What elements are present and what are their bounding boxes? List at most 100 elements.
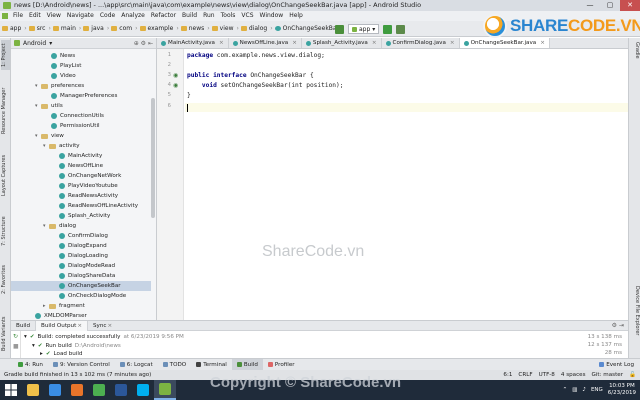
- tree-item[interactable]: ReadNewsOffLineActivity: [11, 201, 151, 211]
- tree-folder[interactable]: ▾ preferences: [11, 81, 151, 91]
- menu-file[interactable]: File: [10, 11, 26, 21]
- tree-folder[interactable]: ▾ dialog: [11, 221, 151, 231]
- close-tab-icon[interactable]: ×: [372, 40, 377, 46]
- editor-tab[interactable]: NewsOffLine.java ×: [229, 38, 302, 48]
- tree-item[interactable]: Splash_Activity: [11, 211, 151, 221]
- close-button[interactable]: ✕: [620, 0, 640, 11]
- menu-build[interactable]: Build: [179, 11, 200, 21]
- editor-tab[interactable]: OnChangeSeekBar.java ×: [459, 38, 550, 48]
- minimize-button[interactable]: —: [580, 0, 600, 11]
- menu-code[interactable]: Code: [97, 11, 118, 21]
- close-tab-icon[interactable]: ×: [77, 323, 82, 329]
- tree-item[interactable]: DialogLoading: [11, 251, 151, 261]
- build-status-row[interactable]: ▾ ✔ Build: completed successfully at 6/2…: [24, 332, 184, 341]
- tree-item[interactable]: OnChangeSeekBar: [11, 281, 151, 291]
- indent-setting[interactable]: 4 spaces: [561, 372, 586, 378]
- menu-run[interactable]: Run: [200, 11, 218, 21]
- taskbar-word[interactable]: [110, 380, 132, 400]
- menu-analyze[interactable]: Analyze: [118, 11, 148, 21]
- stop-icon[interactable]: ■: [13, 343, 19, 350]
- tab-sync[interactable]: Sync×: [88, 321, 117, 331]
- tree-item[interactable]: MainActivity: [11, 151, 151, 161]
- tree-item[interactable]: DialogExpand: [11, 241, 151, 251]
- taskbar-firefox[interactable]: [66, 380, 88, 400]
- settings-gear-icon[interactable]: ⚙ ⇥: [612, 322, 624, 329]
- lock-icon[interactable]: 🔓: [629, 372, 636, 378]
- breadcrumb-app[interactable]: app ›: [2, 25, 27, 32]
- clock[interactable]: 10:03 PM 6/23/2019: [608, 383, 636, 397]
- taskbar-internet-explorer[interactable]: [44, 380, 66, 400]
- taskbar-skype[interactable]: [132, 380, 154, 400]
- close-tab-icon[interactable]: ×: [540, 40, 545, 46]
- breadcrumb-file[interactable]: OnChangeSeekBar: [274, 25, 339, 32]
- run-tool-button[interactable]: 4: Run: [13, 359, 48, 370]
- menu-edit[interactable]: Edit: [26, 11, 44, 21]
- favorites-tab[interactable]: 2: Favorites: [1, 262, 10, 296]
- gradle-tab[interactable]: Gradle: [631, 42, 640, 64]
- git-branch[interactable]: Git: master: [592, 372, 623, 378]
- tree-item[interactable]: XMLDOMParser: [11, 311, 151, 320]
- close-tab-icon[interactable]: ×: [292, 40, 297, 46]
- make-project-icon[interactable]: [335, 24, 344, 34]
- tree-item[interactable]: OnCheckDialogMode: [11, 291, 151, 301]
- tray-up-arrow-icon[interactable]: ⌃: [563, 387, 568, 393]
- tree-item[interactable]: PlayList: [11, 61, 151, 71]
- tree-item[interactable]: OnChangeNetWork: [11, 171, 151, 181]
- breadcrumb-com[interactable]: com ›: [111, 25, 138, 32]
- version-control-tool-button[interactable]: 9: Version Control: [48, 359, 115, 370]
- menu-view[interactable]: View: [44, 11, 64, 21]
- close-tab-icon[interactable]: ×: [219, 40, 224, 46]
- menu-help[interactable]: Help: [286, 11, 306, 21]
- file-encoding[interactable]: UTF-8: [539, 372, 555, 378]
- language-indicator[interactable]: ENG: [591, 387, 603, 393]
- todo-tool-button[interactable]: TODO: [158, 359, 192, 370]
- implemented-by-icon[interactable]: ◉: [173, 72, 179, 79]
- tree-item[interactable]: ConfirmDialog: [11, 231, 151, 241]
- project-scrollbar[interactable]: [151, 98, 155, 218]
- load-build-row[interactable]: ▸ ✔ Load build: [40, 349, 82, 358]
- tree-item[interactable]: ManagerPreferences: [11, 91, 151, 101]
- menu-refactor[interactable]: Refactor: [148, 11, 179, 21]
- menu-tools[interactable]: Tools: [218, 11, 239, 21]
- taskbar-file-explorer[interactable]: [22, 380, 44, 400]
- breadcrumb-src[interactable]: src ›: [28, 25, 51, 32]
- tree-item[interactable]: PermissionUtil: [11, 121, 151, 131]
- code-editor[interactable]: package com.example.news.view.dialog; pu…: [185, 49, 628, 320]
- taskbar-android-studio[interactable]: [154, 380, 176, 400]
- network-icon[interactable]: ▥: [572, 387, 577, 393]
- menu-vcs[interactable]: VCS: [238, 11, 256, 21]
- close-tab-icon[interactable]: ×: [107, 323, 112, 329]
- rerun-icon[interactable]: ↻: [13, 333, 18, 340]
- profiler-tool-button[interactable]: Profiler: [263, 359, 300, 370]
- project-view-selector[interactable]: Android ▾ ⊕ ⚙ ⇤: [11, 38, 156, 49]
- editor-tab[interactable]: MainActivity.java ×: [157, 38, 229, 48]
- line-separator[interactable]: CRLF: [518, 372, 532, 378]
- maximize-button[interactable]: ▢: [600, 0, 620, 11]
- taskbar-chrome[interactable]: [88, 380, 110, 400]
- tree-item[interactable]: Video: [11, 71, 151, 81]
- project-tool-tab[interactable]: 1: Project: [1, 40, 10, 70]
- breadcrumb-example[interactable]: example ›: [139, 25, 179, 32]
- start-button[interactable]: [0, 380, 22, 400]
- breadcrumb-main[interactable]: main ›: [52, 25, 81, 32]
- menu-navigate[interactable]: Navigate: [64, 11, 97, 21]
- tree-item[interactable]: ReadNewsActivity: [11, 191, 151, 201]
- logcat-tool-button[interactable]: 6: Logcat: [115, 359, 158, 370]
- build-tool-button[interactable]: Build: [231, 359, 263, 370]
- device-file-explorer-tab[interactable]: Device File Explorer: [631, 286, 640, 356]
- tree-item[interactable]: ConnectionUtils: [11, 111, 151, 121]
- editor-tab[interactable]: Splash_Activity.java ×: [302, 38, 382, 48]
- volume-icon[interactable]: ♪: [582, 387, 586, 393]
- tab-build-output[interactable]: Build Output×: [35, 320, 88, 331]
- menu-window[interactable]: Window: [257, 11, 287, 21]
- editor-tab[interactable]: ConfirmDialog.java ×: [382, 38, 460, 48]
- debug-icon[interactable]: [396, 24, 406, 34]
- build-variants-tab[interactable]: Build Variants: [1, 314, 10, 354]
- breadcrumb-news[interactable]: news ›: [180, 25, 210, 32]
- breadcrumb-java[interactable]: java ›: [83, 25, 109, 32]
- terminal-tool-button[interactable]: Terminal: [191, 359, 232, 370]
- caret-position[interactable]: 6:1: [503, 372, 512, 378]
- breadcrumb-view[interactable]: view ›: [211, 25, 239, 32]
- tree-folder[interactable]: ▾ activity: [11, 141, 151, 151]
- tree-folder[interactable]: ▾ view: [11, 131, 151, 141]
